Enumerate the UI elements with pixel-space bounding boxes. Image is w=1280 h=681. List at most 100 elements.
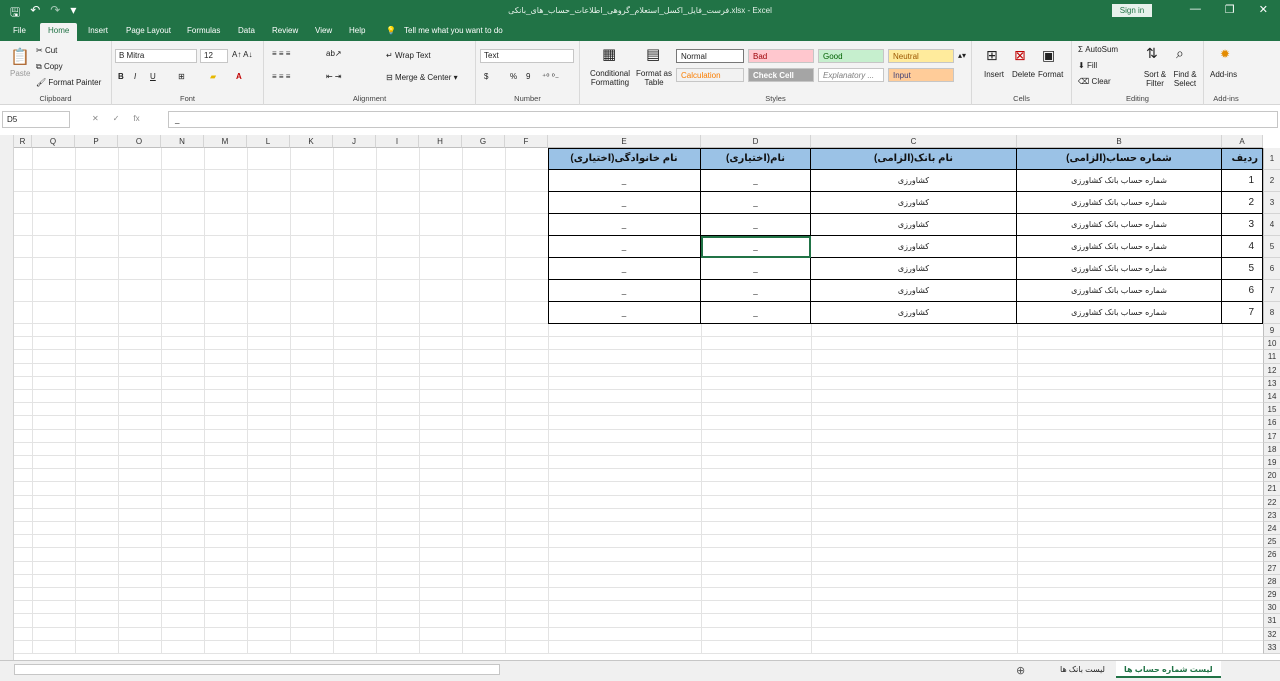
fill-color-icon[interactable]: ▰	[210, 72, 216, 81]
table-cell[interactable]: _	[548, 236, 701, 258]
row-header[interactable]: 28	[1263, 574, 1280, 588]
find-icon[interactable]: ⌕	[1176, 45, 1184, 62]
format-as-table-button[interactable]: Format as Table	[636, 69, 672, 87]
table-cell[interactable]: کشاورزی	[811, 280, 1017, 302]
table-cell[interactable]: _	[701, 170, 811, 192]
column-header-f[interactable]: F	[505, 135, 548, 148]
row-header[interactable]: 23	[1263, 508, 1280, 522]
table-cell[interactable]: 3	[1222, 214, 1263, 236]
row-header[interactable]: 2	[1263, 170, 1280, 192]
row-header[interactable]: 26	[1263, 548, 1280, 562]
table-header-cell[interactable]: ردیف	[1222, 148, 1263, 170]
table-icon[interactable]: ▤	[646, 45, 660, 63]
tab-insert[interactable]: Insert	[88, 26, 108, 35]
name-box[interactable]: D5	[2, 111, 70, 128]
row-header[interactable]: 33	[1263, 640, 1280, 654]
indent-icon[interactable]: ⇤ ⇥	[326, 72, 342, 81]
font-size-select[interactable]: 12	[200, 49, 228, 63]
row-header[interactable]: 24	[1263, 522, 1280, 536]
borders-icon[interactable]: ⊞	[178, 72, 185, 81]
fx-icon[interactable]: fx	[133, 114, 139, 123]
paste-button[interactable]: Paste	[10, 69, 30, 78]
table-cell[interactable]: 2	[1222, 192, 1263, 214]
table-cell[interactable]: 1	[1222, 170, 1263, 192]
row-header[interactable]: 21	[1263, 482, 1280, 496]
bold-button[interactable]: B	[118, 72, 124, 81]
row-header[interactable]: 31	[1263, 614, 1280, 628]
tab-data[interactable]: Data	[238, 26, 255, 35]
table-cell[interactable]: شماره حساب بانک کشاورزی	[1017, 170, 1222, 192]
row-header[interactable]: 6	[1263, 258, 1280, 280]
tab-view[interactable]: View	[315, 26, 332, 35]
decimal-icon[interactable]: ⁺⁰ ⁰₋	[542, 72, 559, 81]
table-cell[interactable]: _	[701, 192, 811, 214]
align-left-icon[interactable]: ≡ ≡ ≡	[272, 72, 290, 81]
table-cell[interactable]: _	[701, 258, 811, 280]
table-cell[interactable]: شماره حساب بانک کشاورزی	[1017, 258, 1222, 280]
row-header[interactable]: 3	[1263, 192, 1280, 214]
style-bad[interactable]: Bad	[748, 49, 814, 63]
worksheet-grid[interactable]: A B C D E F G H I J K L M N O P Q R 1 2 3 4 5 6 7 8 9 10 11 12 13 14 15 1…	[0, 135, 1280, 660]
conditional-formatting-button[interactable]: Conditional Formatting	[586, 69, 634, 87]
row-header[interactable]: 14	[1263, 390, 1280, 404]
tab-home[interactable]: Home	[40, 23, 78, 41]
table-cell[interactable]: _	[701, 280, 811, 302]
column-header-n[interactable]: N	[161, 135, 204, 148]
row-header[interactable]: 5	[1263, 236, 1280, 258]
orientation-icon[interactable]: ab↗	[326, 49, 342, 58]
table-cell[interactable]: کشاورزی	[811, 236, 1017, 258]
column-header-r[interactable]: R	[14, 135, 32, 148]
style-calculation[interactable]: Calculation	[676, 68, 744, 82]
conditional-formatting-icon[interactable]: ▦	[602, 45, 616, 63]
table-cell[interactable]: شماره حساب بانک کشاورزی	[1017, 192, 1222, 214]
row-header[interactable]: 12	[1263, 363, 1280, 377]
horizontal-scrollbar[interactable]	[14, 664, 500, 675]
row-header[interactable]: 8	[1263, 302, 1280, 324]
table-cell[interactable]: 7	[1222, 302, 1263, 324]
delete-button[interactable]: Delete	[1012, 70, 1035, 79]
column-header-l[interactable]: L	[247, 135, 290, 148]
row-header[interactable]: 20	[1263, 469, 1280, 483]
insert-icon[interactable]: ⊞	[986, 47, 998, 64]
table-cell[interactable]: شماره حساب بانک کشاورزی	[1017, 280, 1222, 302]
table-cell[interactable]: _	[548, 258, 701, 280]
column-header-a[interactable]: A	[1222, 135, 1263, 148]
table-cell[interactable]: _	[548, 302, 701, 324]
formula-input[interactable]: _	[168, 111, 1278, 128]
tell-me-search[interactable]: Tell me what you want to do	[404, 26, 503, 35]
style-explanatory[interactable]: Explanatory ...	[818, 68, 884, 82]
column-header-g[interactable]: G	[462, 135, 505, 148]
row-header[interactable]: 32	[1263, 627, 1280, 641]
table-cell[interactable]: _	[701, 214, 811, 236]
delete-icon[interactable]: ⊠	[1014, 47, 1026, 64]
cancel-icon[interactable]: ✕	[92, 114, 99, 123]
find-select-button[interactable]: Find & Select	[1170, 70, 1200, 88]
style-neutral[interactable]: Neutral	[888, 49, 954, 63]
column-header-h[interactable]: H	[419, 135, 462, 148]
table-cell[interactable]: 6	[1222, 280, 1263, 302]
close-icon[interactable]: ✕	[1259, 3, 1268, 16]
table-cell[interactable]: کشاورزی	[811, 170, 1017, 192]
row-header[interactable]: 30	[1263, 601, 1280, 615]
column-header-o[interactable]: O	[118, 135, 161, 148]
style-normal[interactable]: Normal	[676, 49, 744, 63]
column-header-d[interactable]: D	[701, 135, 811, 148]
cut-button[interactable]: ✂ Cut	[36, 46, 57, 55]
add-sheet-icon[interactable]: ⊕	[1016, 664, 1025, 677]
column-header-p[interactable]: P	[75, 135, 118, 148]
enter-icon[interactable]: ✓	[113, 114, 120, 123]
table-header-cell[interactable]: نام خانوادگی(اختیاری)	[548, 148, 701, 170]
wrap-text-button[interactable]: ↵ Wrap Text	[386, 51, 431, 60]
row-header[interactable]: 17	[1263, 429, 1280, 443]
style-good[interactable]: Good	[818, 49, 884, 63]
table-cell[interactable]: _	[548, 192, 701, 214]
copy-button[interactable]: ⧉ Copy	[36, 62, 63, 72]
table-cell[interactable]: _	[548, 214, 701, 236]
font-grow-icon[interactable]: A↑ A↓	[232, 50, 252, 59]
tab-file[interactable]: File	[13, 26, 26, 35]
row-header[interactable]: 27	[1263, 561, 1280, 575]
column-header-q[interactable]: Q	[32, 135, 75, 148]
styles-scroll-icon[interactable]: ▴▾	[958, 51, 966, 60]
style-input[interactable]: Input	[888, 68, 954, 82]
row-header[interactable]: 4	[1263, 214, 1280, 236]
